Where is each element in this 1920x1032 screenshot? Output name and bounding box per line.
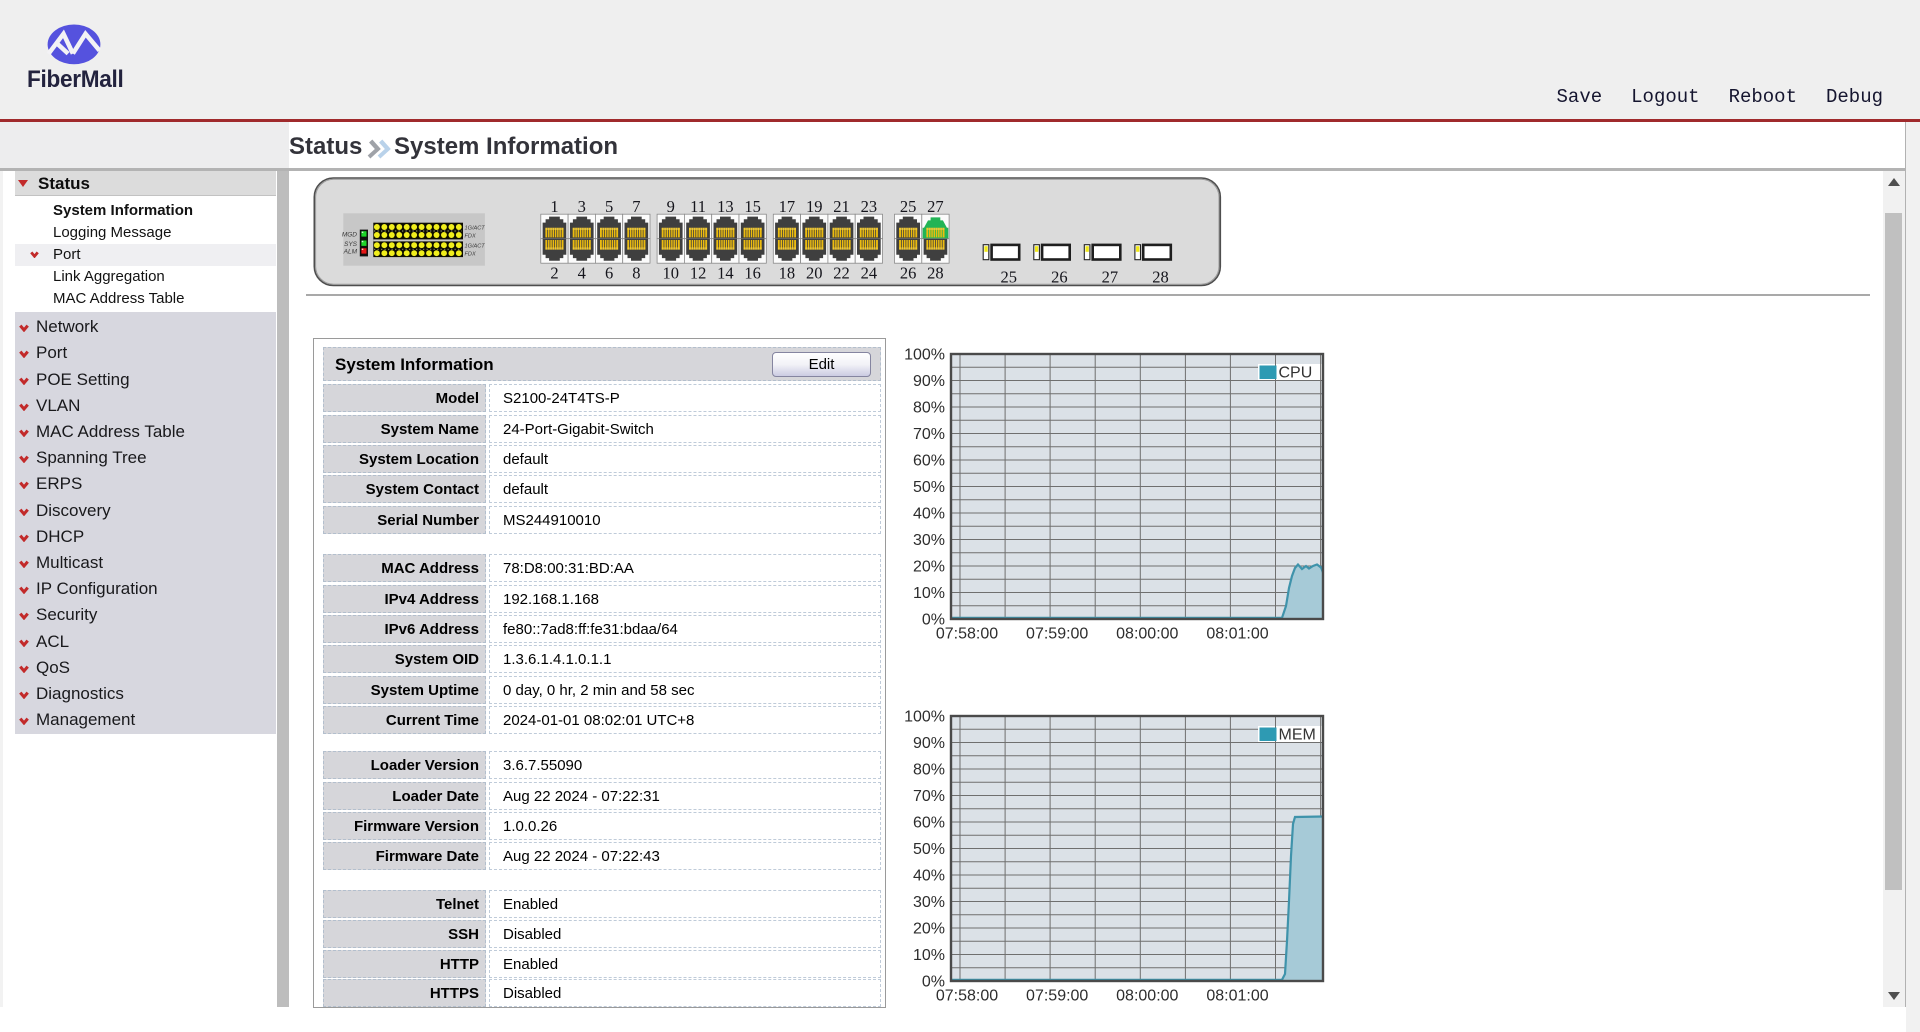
svg-text:16: 16 bbox=[744, 264, 761, 283]
svg-text:08:00:00: 08:00:00 bbox=[1116, 988, 1178, 1005]
svg-text:50%: 50% bbox=[913, 479, 945, 496]
svg-text:13: 13 bbox=[717, 197, 734, 216]
svg-text:07:58:00: 07:58:00 bbox=[936, 988, 998, 1005]
svg-text:90%: 90% bbox=[913, 735, 945, 752]
svg-text:19: 19 bbox=[806, 197, 823, 216]
svg-text:27: 27 bbox=[1102, 268, 1119, 287]
svg-text:14: 14 bbox=[717, 264, 734, 283]
svg-text:4: 4 bbox=[578, 264, 586, 283]
svg-text:20%: 20% bbox=[913, 921, 945, 938]
svg-text:7: 7 bbox=[632, 197, 640, 216]
svg-text:3: 3 bbox=[578, 197, 586, 216]
svg-text:07:59:00: 07:59:00 bbox=[1026, 988, 1088, 1005]
svg-text:26: 26 bbox=[900, 264, 917, 283]
svg-text:5: 5 bbox=[605, 197, 613, 216]
svg-text:1G/ACT: 1G/ACT bbox=[465, 244, 486, 250]
svg-text:30%: 30% bbox=[913, 532, 945, 549]
svg-text:FDX: FDX bbox=[465, 252, 476, 258]
svg-text:CPU: CPU bbox=[1279, 365, 1313, 382]
svg-text:MEM: MEM bbox=[1279, 727, 1316, 744]
svg-text:80%: 80% bbox=[913, 762, 945, 779]
svg-text:6: 6 bbox=[605, 264, 613, 283]
svg-text:8: 8 bbox=[632, 264, 640, 283]
svg-text:20: 20 bbox=[806, 264, 823, 283]
svg-text:26: 26 bbox=[1051, 268, 1068, 287]
svg-text:21: 21 bbox=[833, 197, 850, 216]
svg-text:1G/ACT: 1G/ACT bbox=[465, 225, 486, 231]
svg-text:17: 17 bbox=[779, 197, 796, 216]
svg-text:90%: 90% bbox=[913, 373, 945, 390]
svg-text:60%: 60% bbox=[913, 815, 945, 832]
svg-text:30%: 30% bbox=[913, 894, 945, 911]
svg-text:40%: 40% bbox=[913, 868, 945, 885]
svg-text:12: 12 bbox=[690, 264, 707, 283]
svg-text:70%: 70% bbox=[913, 426, 945, 443]
svg-text:ALM: ALM bbox=[343, 249, 358, 256]
svg-text:24: 24 bbox=[861, 264, 878, 283]
svg-text:SYS: SYS bbox=[344, 241, 358, 248]
svg-text:9: 9 bbox=[667, 197, 675, 216]
svg-text:FDX: FDX bbox=[465, 234, 476, 240]
svg-text:10%: 10% bbox=[913, 585, 945, 602]
svg-text:40%: 40% bbox=[913, 506, 945, 523]
svg-text:60%: 60% bbox=[913, 453, 945, 470]
svg-text:23: 23 bbox=[861, 197, 878, 216]
svg-text:07:59:00: 07:59:00 bbox=[1026, 626, 1088, 643]
svg-text:28: 28 bbox=[927, 264, 944, 283]
svg-text:70%: 70% bbox=[913, 788, 945, 805]
svg-text:80%: 80% bbox=[913, 400, 945, 417]
svg-text:27: 27 bbox=[927, 197, 944, 216]
svg-text:28: 28 bbox=[1152, 268, 1169, 287]
svg-text:1: 1 bbox=[550, 197, 558, 216]
svg-text:100%: 100% bbox=[904, 709, 945, 726]
svg-text:10%: 10% bbox=[913, 947, 945, 964]
svg-text:07:58:00: 07:58:00 bbox=[936, 626, 998, 643]
svg-text:50%: 50% bbox=[913, 841, 945, 858]
svg-text:MGD: MGD bbox=[342, 232, 357, 239]
svg-text:15: 15 bbox=[744, 197, 761, 216]
svg-text:25: 25 bbox=[1001, 268, 1018, 287]
svg-text:2: 2 bbox=[550, 264, 558, 283]
svg-text:18: 18 bbox=[779, 264, 796, 283]
svg-text:08:01:00: 08:01:00 bbox=[1206, 626, 1268, 643]
svg-text:08:01:00: 08:01:00 bbox=[1206, 988, 1268, 1005]
svg-text:20%: 20% bbox=[913, 559, 945, 576]
svg-text:25: 25 bbox=[900, 197, 917, 216]
svg-text:08:00:00: 08:00:00 bbox=[1116, 626, 1178, 643]
svg-text:11: 11 bbox=[690, 197, 706, 216]
svg-text:100%: 100% bbox=[904, 347, 945, 364]
svg-text:10: 10 bbox=[663, 264, 680, 283]
svg-text:22: 22 bbox=[833, 264, 850, 283]
